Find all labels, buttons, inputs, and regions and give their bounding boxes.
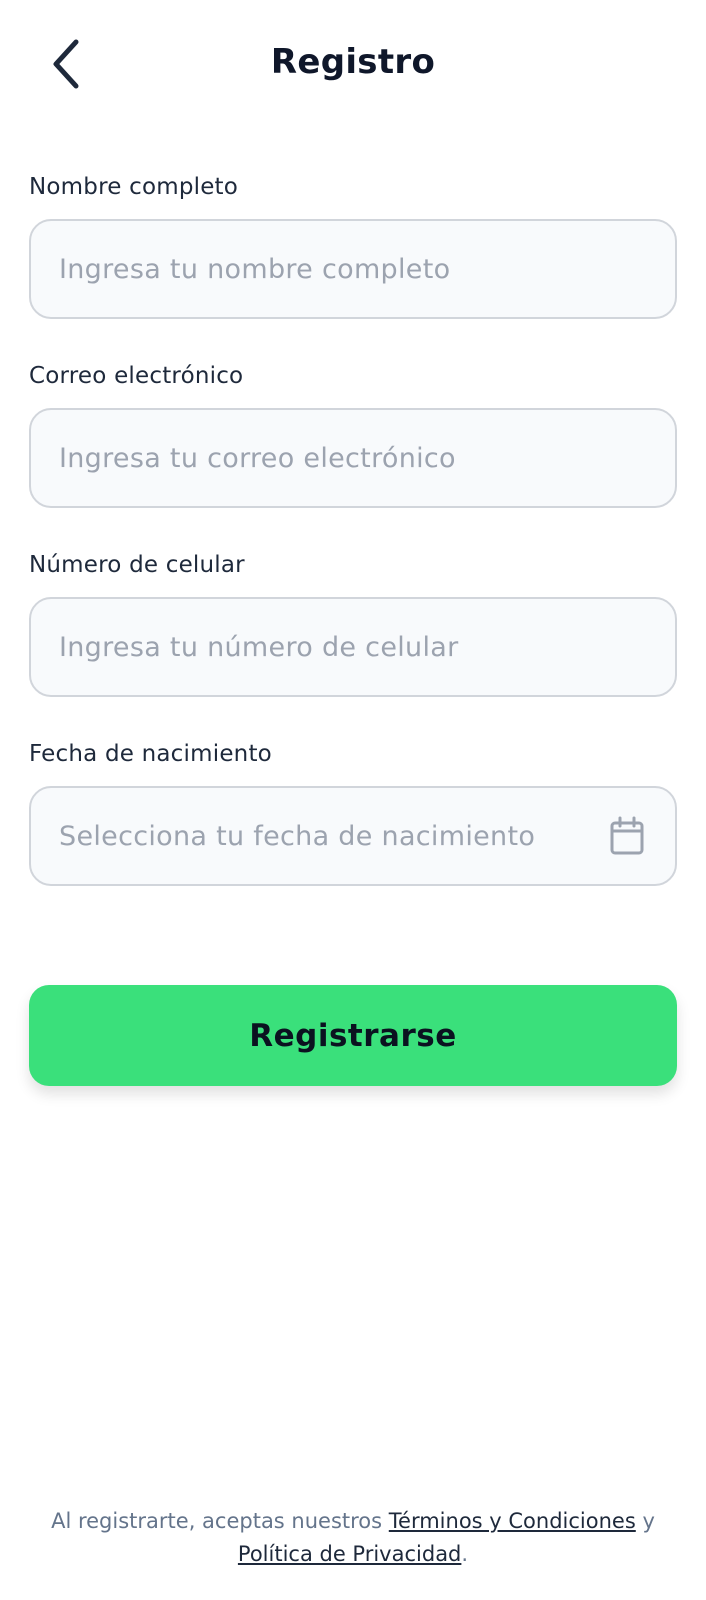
birthdate-field-group: Fecha de nacimiento xyxy=(29,739,677,886)
registration-form: Nombre completo Correo electrónico Númer… xyxy=(29,172,677,928)
register-button[interactable]: Registrarse xyxy=(29,985,677,1086)
email-label: Correo electrónico xyxy=(29,363,244,389)
birthdate-label: Fecha de nacimiento xyxy=(29,741,272,767)
email-field-group: Correo electrónico xyxy=(29,361,677,508)
legal-prefix: Al registrarte, aceptas nuestros xyxy=(51,1509,389,1533)
full-name-label: Nombre completo xyxy=(29,174,239,200)
full-name-box xyxy=(29,219,677,319)
birthdate-box xyxy=(29,786,677,886)
legal-conjunction: y xyxy=(635,1509,655,1533)
full-name-field-group: Nombre completo xyxy=(29,172,677,319)
legal-notice: Al registrarte, aceptas nuestros Término… xyxy=(20,1505,686,1571)
phone-field-group: Número de celular xyxy=(29,550,677,697)
email-box xyxy=(29,408,677,508)
calendar-icon[interactable] xyxy=(609,816,645,856)
full-name-input[interactable] xyxy=(31,221,675,317)
terms-link[interactable]: Términos y Condiciones xyxy=(389,1509,636,1533)
legal-suffix: . xyxy=(461,1542,469,1566)
birthdate-input[interactable] xyxy=(31,788,675,884)
phone-input[interactable] xyxy=(31,599,675,695)
app-header: Registro xyxy=(0,0,706,130)
phone-box xyxy=(29,597,677,697)
page-title: Registro xyxy=(270,42,436,82)
email-input[interactable] xyxy=(31,410,675,506)
phone-label: Número de celular xyxy=(29,552,245,578)
privacy-link[interactable]: Política de Privacidad xyxy=(238,1542,461,1566)
